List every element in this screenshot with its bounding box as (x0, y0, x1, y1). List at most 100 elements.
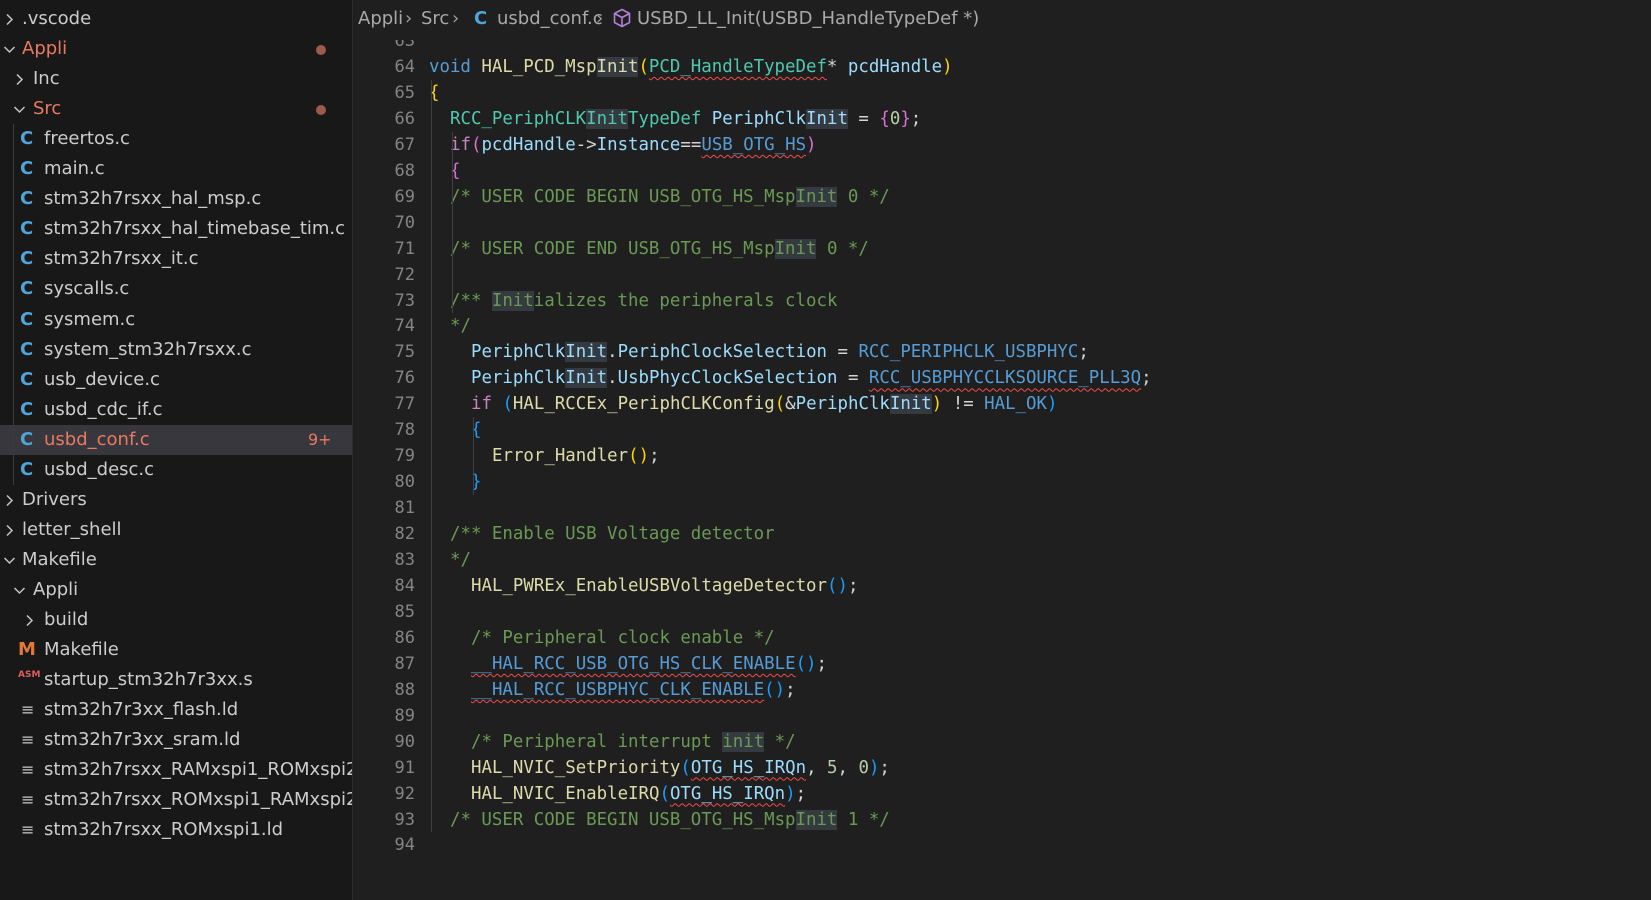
code-line[interactable]: 70 (353, 210, 1651, 237)
folder-item[interactable]: Src (0, 94, 352, 124)
folder-item[interactable]: Appli (0, 575, 352, 605)
file-item[interactable]: Cusbd_cdc_if.c (0, 395, 352, 425)
file-item[interactable]: Cmain.c (0, 154, 352, 184)
file-item[interactable]: ≡ stm32h7rsxx_RAMxspi1_ROMxspi2.ld (0, 755, 352, 785)
file-item[interactable]: Cstm32h7rsxx_it.c (0, 244, 352, 274)
chevron-down-icon[interactable] (3, 43, 16, 56)
code-line[interactable]: 84 HAL_PWREx_EnableUSBVoltageDetector(); (353, 573, 1651, 600)
indent-guide (431, 79, 432, 833)
folder-item[interactable]: Inc (0, 64, 352, 94)
folder-item[interactable]: Makefile (0, 545, 352, 575)
folder-item[interactable]: Drivers (0, 485, 352, 515)
code-text: /* USER CODE BEGIN USB_OTG_HS_MspInit 0 … (450, 184, 890, 211)
file-item[interactable]: M Makefile (0, 635, 352, 665)
line-number: 68 (394, 160, 415, 181)
code-line[interactable]: 90 /* Peripheral interrupt init */ (353, 729, 1651, 756)
code-line[interactable]: 88 __HAL_RCC_USBPHYC_CLK_ENABLE(); (353, 677, 1651, 704)
code-line[interactable]: 72 (353, 262, 1651, 289)
code-line[interactable]: 74 */ (353, 313, 1651, 340)
code-token: HAL_PWREx_EnableUSBVoltageDetector (471, 575, 827, 596)
file-item[interactable]: ≡ stm32h7r3xx_flash.ld (0, 695, 352, 725)
chevron-right-icon[interactable] (3, 13, 16, 26)
file-item[interactable]: Cusbd_desc.c (0, 455, 352, 485)
code-line[interactable]: 78{ (353, 417, 1651, 444)
file-item[interactable]: Cusbd_conf.c 9+ (0, 424, 352, 455)
modified-dot (316, 105, 326, 116)
tree-item-label: Appli (33, 578, 79, 600)
folder-item[interactable]: build (0, 605, 352, 635)
chevron-down-icon[interactable] (3, 554, 16, 567)
file-item[interactable]: Cstm32h7rsxx_hal_timebase_tim.c (0, 214, 352, 244)
c-file-icon: C (20, 248, 34, 270)
tree-item-label: system_stm32h7rsxx.c (44, 338, 252, 360)
code-line[interactable]: 91 HAL_NVIC_SetPriority(OTG_HS_IRQn, 5, 0… (353, 755, 1651, 782)
code-token: 1 */ (837, 809, 890, 830)
code-line[interactable]: 85 (353, 599, 1651, 626)
indent-guide (473, 417, 474, 496)
chevron-right-icon[interactable] (3, 524, 16, 537)
folder-item[interactable]: .vscode (0, 4, 352, 34)
tree-item-label: sysmem.c (44, 308, 136, 330)
file-item[interactable]: ASM startup_stm32h7r3xx.s (0, 665, 352, 695)
code-line[interactable]: 67 if(pcdHandle->Instance==USB_OTG_HS) (353, 132, 1651, 159)
code-line[interactable]: 66 RCC_PeriphCLKInitTypeDef PeriphClkInit… (353, 106, 1651, 133)
breadcrumb-appli[interactable]: Appli (358, 8, 403, 29)
code-line[interactable]: 86 /* Peripheral clock enable */ (353, 625, 1651, 652)
chevron-right-icon[interactable] (3, 494, 16, 507)
breadcrumb-src[interactable]: Src (421, 8, 449, 29)
code-line[interactable]: 76 PeriphClkInit.UsbPhycClockSelection = … (353, 365, 1651, 392)
code-line[interactable]: 65{ (353, 80, 1651, 107)
code-token: TypeDef (628, 108, 702, 129)
code-line[interactable]: 89 (353, 703, 1651, 730)
code-token: PeriphClk (795, 394, 890, 415)
code-line[interactable]: 87 __HAL_RCC_USB_OTG_HS_CLK_ENABLE(); (353, 651, 1651, 678)
file-item[interactable]: Csyscalls.c (0, 274, 352, 304)
chevron-right-icon[interactable] (23, 614, 36, 627)
code-line[interactable]: 77 if (HAL_RCCEx_PeriphCLKConfig(&PeriphC… (353, 391, 1651, 418)
indent-guide (13, 124, 14, 485)
file-item[interactable]: Cfreertos.c (0, 124, 352, 154)
file-item[interactable]: Cstm32h7rsxx_hal_msp.c (0, 184, 352, 214)
chevron-right-icon: › (405, 8, 413, 29)
code-line[interactable]: 75 PeriphClkInit.PeriphClockSelection = R… (353, 339, 1651, 366)
file-item[interactable]: ≡ stm32h7rsxx_ROMxspi1_RAMxspi2.ld (0, 785, 352, 815)
code-line[interactable]: 73 /** Initializes the peripherals clock (353, 288, 1651, 315)
explorer-sidebar: .vscode Appli Inc Src Cfreertos.c Cmain.c Cstm… (0, 0, 353, 900)
line-number: 67 (394, 134, 415, 155)
code-line[interactable]: 83 */ (353, 547, 1651, 574)
chevron-down-icon[interactable] (13, 103, 26, 116)
tree-item-label: stm32h7rsxx_it.c (44, 248, 199, 270)
chevron-right-icon[interactable] (13, 73, 26, 86)
file-item[interactable]: Csystem_stm32h7rsxx.c (0, 335, 352, 365)
code-token: HAL_NVIC_SetPriority (471, 757, 681, 778)
code-line[interactable]: 82 /** Enable USB Voltage detector (353, 521, 1651, 548)
code-line[interactable]: 64 void HAL_PCD_MspInit(PCD_HandleTypeDef… (353, 54, 1651, 81)
code-line[interactable]: 94 (353, 832, 1651, 859)
chevron-down-icon[interactable] (13, 584, 26, 597)
indent-guide (452, 131, 453, 314)
folder-item[interactable]: Appli (0, 34, 352, 64)
file-item[interactable]: Cusb_device.c (0, 365, 352, 395)
code-line[interactable]: 68{ (353, 158, 1651, 185)
file-item[interactable]: Csysmem.c (0, 305, 352, 335)
c-file-icon: C (474, 8, 488, 29)
code-line[interactable]: 80} (353, 469, 1651, 496)
breadcrumb-file[interactable]: usbd_conf.c (497, 8, 603, 29)
folder-item[interactable]: letter_shell (0, 515, 352, 545)
code-line[interactable]: 79 Error_Handler(); (353, 443, 1651, 470)
code-line[interactable]: 81 (353, 495, 1651, 522)
code-line[interactable]: 71 /* USER CODE END USB_OTG_HS_MspInit 0 … (353, 236, 1651, 263)
file-item[interactable]: ≡ stm32h7rsxx_ROMxspi1.ld (0, 815, 352, 845)
line-number: 81 (394, 498, 415, 519)
code-token: ; (847, 575, 859, 596)
code-line[interactable]: 92 HAL_NVIC_EnableIRQ(OTG_HS_IRQn); (353, 781, 1651, 808)
line-number: 88 (394, 679, 415, 700)
breadcrumb-symbol[interactable]: USBD_LL_Init(USBD_HandleTypeDef *) (637, 8, 979, 29)
file-item[interactable]: ≡ stm32h7r3xx_sram.ld (0, 725, 352, 755)
code-editor[interactable]: 63 64 void HAL_PCD_MspInit(PCD_HandleTypeD… (353, 40, 1651, 900)
code-token: HAL_OK (984, 394, 1047, 415)
code-text: HAL_NVIC_SetPriority(OTG_HS_IRQn, 5, 0); (471, 755, 890, 782)
code-line[interactable]: 93 /* USER CODE BEGIN USB_OTG_HS_MspInit … (353, 807, 1651, 834)
line-number: 93 (394, 809, 415, 830)
code-line[interactable]: 69 /* USER CODE BEGIN USB_OTG_HS_MspInit … (353, 184, 1651, 211)
